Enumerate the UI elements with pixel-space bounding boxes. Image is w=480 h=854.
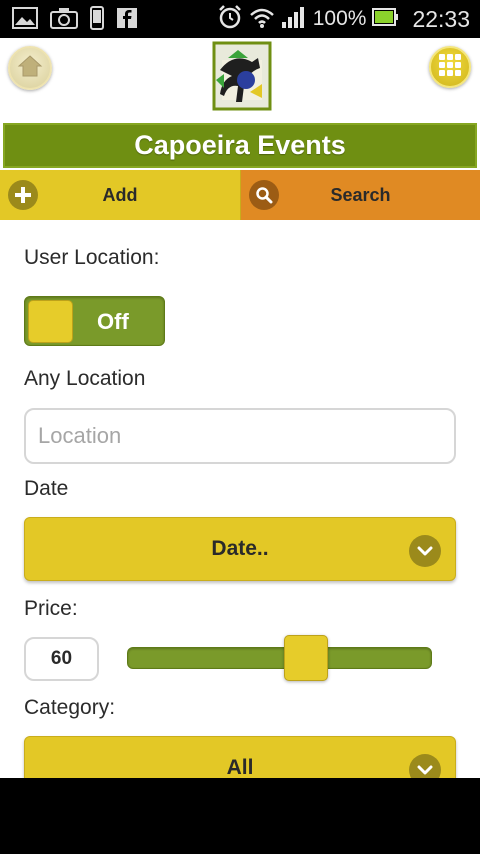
grid-menu-icon: [438, 53, 462, 81]
any-location-label: Any Location: [24, 367, 146, 390]
price-label: Price:: [24, 597, 78, 620]
facebook-icon: [116, 7, 138, 33]
system-nav-bar: [0, 778, 480, 854]
home-icon: [17, 54, 43, 82]
date-label: Date: [24, 477, 69, 500]
grid-menu-button[interactable]: [429, 46, 471, 88]
chevron-down-icon: [409, 535, 441, 567]
toggle-knob[interactable]: [28, 300, 73, 343]
status-bar: 100% 22:33: [0, 0, 480, 38]
price-input[interactable]: [24, 637, 99, 681]
status-bar-notifications: [12, 6, 138, 34]
tab-search[interactable]: Search: [241, 170, 480, 220]
user-location-toggle[interactable]: Off: [24, 296, 165, 346]
tab-add[interactable]: Add: [0, 170, 241, 220]
price-slider[interactable]: [127, 647, 432, 669]
search-icon: [249, 180, 279, 210]
capoeira-logo: [208, 40, 276, 112]
tab-bar: Add Search: [0, 170, 480, 220]
category-select-value: All: [226, 756, 254, 778]
battery-percent: 100%: [312, 7, 367, 30]
app-screen: Capoeira Events Add Search User Location…: [0, 38, 480, 778]
date-select-value: Date..: [211, 537, 269, 560]
plus-icon: [8, 180, 38, 210]
camera-icon: [50, 7, 78, 33]
clock: 22:33: [412, 5, 470, 32]
tab-add-label: Add: [102, 184, 138, 205]
home-button[interactable]: [8, 46, 52, 90]
status-bar-system: 100% 22:33: [217, 4, 470, 34]
alarm-icon: [217, 4, 243, 34]
tab-search-label: Search: [330, 184, 391, 205]
title-bar: Capoeira Events: [3, 123, 477, 168]
user-location-label: User Location:: [24, 246, 160, 269]
location-input[interactable]: [24, 408, 456, 464]
app-header: [0, 38, 480, 122]
signal-icon: [281, 5, 307, 33]
category-label: Category:: [24, 696, 116, 719]
wifi-icon: [249, 5, 275, 33]
chevron-down-icon: [409, 754, 441, 778]
price-slider-thumb[interactable]: [283, 635, 328, 681]
page-title: Capoeira Events: [134, 130, 346, 160]
category-select[interactable]: All: [24, 736, 456, 778]
gallery-icon: [12, 7, 38, 33]
battery-icon: [372, 6, 399, 32]
phone-icon: [90, 6, 104, 34]
date-select[interactable]: Date..: [24, 517, 456, 581]
toggle-state-label: Off: [97, 309, 129, 334]
